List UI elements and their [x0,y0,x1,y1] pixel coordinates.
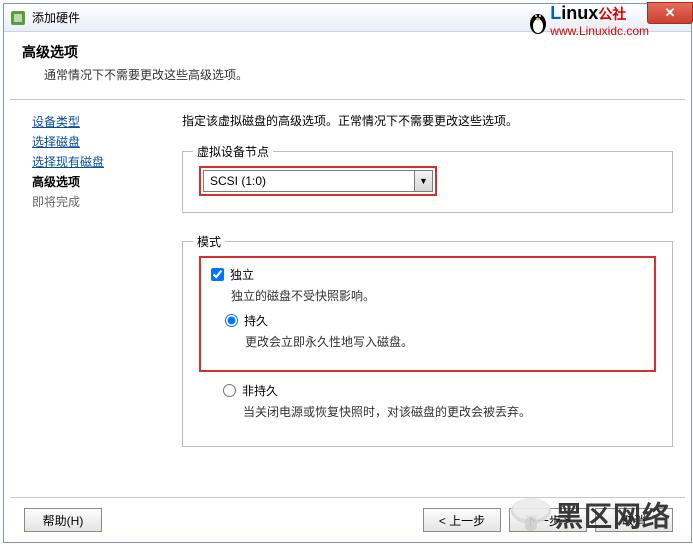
page-title: 高级选项 [22,42,673,62]
instruction-text: 指定该虚拟磁盘的高级选项。正常情况下不需要更改这些选项。 [182,112,673,129]
persistent-label: 持久 [244,312,268,329]
titlebar: 添加硬件 ✕ [4,4,691,32]
persistent-radio[interactable] [225,314,238,327]
step-advanced-options: 高级选项 [32,172,172,192]
virtual-device-node-group: 虚拟设备节点 SCSI (1:0) ▼ [182,151,673,213]
dialog-window: 添加硬件 ✕ 高级选项 通常情况下不需要更改这些高级选项。 设备类型 选择磁盘 … [3,3,692,543]
chevron-down-icon: ▼ [414,171,432,191]
next-button[interactable]: 下一步 > [509,508,587,532]
highlight-box-device: SCSI (1:0) ▼ [199,166,437,196]
page-subtitle: 通常情况下不需要更改这些高级选项。 [22,66,673,83]
step-select-disk[interactable]: 选择磁盘 [32,132,172,152]
app-icon [10,10,26,26]
independent-checkbox[interactable] [211,268,224,281]
wizard-header: 高级选项 通常情况下不需要更改这些高级选项。 [4,32,691,99]
virtual-device-node-legend: 虚拟设备节点 [193,143,273,160]
nonpersistent-hint: 当关闭电源或恢复快照时，对该磁盘的更改会被丢弃。 [199,403,656,420]
step-ready-complete: 即将完成 [32,192,172,212]
mode-legend: 模式 [193,233,225,250]
nonpersistent-row: 非持久 [199,382,656,399]
nonpersistent-label: 非持久 [242,382,278,399]
cancel-button[interactable]: 取消 [595,508,673,532]
mode-group: 模式 独立 独立的磁盘不受快照影响。 持久 更改会立即永久性地写入磁盘。 [182,241,673,447]
independent-label: 独立 [230,266,254,283]
titlebar-title: 添加硬件 [32,9,685,26]
step-select-existing-disk[interactable]: 选择现有磁盘 [32,152,172,172]
independent-hint: 独立的磁盘不受快照影响。 [211,287,644,304]
close-button[interactable]: ✕ [647,2,693,24]
virtual-device-node-value: SCSI (1:0) [204,174,414,188]
persistent-hint: 更改会立即永久性地写入磁盘。 [211,333,644,350]
main-panel: 指定该虚拟磁盘的高级选项。正常情况下不需要更改这些选项。 虚拟设备节点 SCSI… [172,112,673,491]
nav-buttons: < 上一步 下一步 > 取消 [423,508,673,532]
nonpersistent-radio[interactable] [223,384,236,397]
step-sidebar: 设备类型 选择磁盘 选择现有磁盘 高级选项 即将完成 [32,112,172,491]
persistent-row: 持久 [211,312,644,329]
close-icon: ✕ [665,5,676,21]
highlight-box-mode: 独立 独立的磁盘不受快照影响。 持久 更改会立即永久性地写入磁盘。 [199,256,656,372]
button-bar: 帮助(H) < 上一步 下一步 > 取消 [10,497,685,542]
step-device-type[interactable]: 设备类型 [32,112,172,132]
wizard-body: 设备类型 选择磁盘 选择现有磁盘 高级选项 即将完成 指定该虚拟磁盘的高级选项。… [4,100,691,497]
virtual-device-node-select[interactable]: SCSI (1:0) ▼ [203,170,433,192]
independent-row: 独立 [211,266,644,283]
help-button[interactable]: 帮助(H) [24,508,102,532]
back-button[interactable]: < 上一步 [423,508,501,532]
